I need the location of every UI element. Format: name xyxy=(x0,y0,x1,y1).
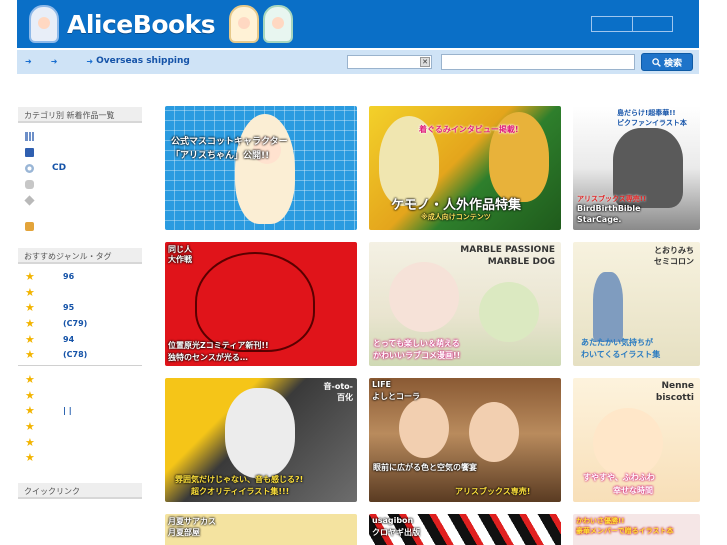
category-item[interactable] xyxy=(25,144,135,160)
tag-list-2: ★ ★ ★ | | ★ ★ ★ xyxy=(25,372,140,466)
banner-biscotti[interactable]: Nenne biscotti すやすや、ふわふわ 幸せな時間 xyxy=(573,378,700,502)
dropdown-icon[interactable]: ✕ xyxy=(420,57,430,67)
arrow-icon: ➜ xyxy=(25,56,32,66)
category-select[interactable]: ✕ xyxy=(347,55,432,69)
tag-item[interactable]: ★ 94 xyxy=(25,331,140,347)
category-item[interactable] xyxy=(25,218,135,234)
book-icon xyxy=(25,147,34,157)
tag-item[interactable]: ★ (C79) xyxy=(25,316,140,332)
header-links-box[interactable] xyxy=(591,16,673,32)
tag-item[interactable]: ★ xyxy=(25,434,140,450)
tag-item[interactable]: ★ 95 xyxy=(25,300,140,316)
tag-item[interactable]: ★ | | xyxy=(25,403,140,419)
banner-kemono[interactable]: 着ぐるみインタビュー掲載! ケモノ・人外作品特集 ※成人向けコンテンツ xyxy=(369,106,561,230)
category-item[interactable] xyxy=(25,176,135,192)
site-logo[interactable]: AliceBooks xyxy=(29,4,294,44)
banner-semicolon[interactable]: とおりみち セミコロン あたたかい気持ちが わいてくるイラスト集 xyxy=(573,242,700,366)
mascot-illustration xyxy=(235,114,295,224)
nav-links: ➜ ➜ ➜ Overseas shipping xyxy=(25,56,190,66)
tag-list: ★ 96 ★ ★ 95 ★ (C79) ★ 94 ★ (C78) xyxy=(25,269,140,363)
banner-life[interactable]: LIFE よしとコーラ 眼前に広がる色と空気の饗宴 アリスブックス専売! xyxy=(369,378,561,502)
nav-link-1[interactable]: ➜ xyxy=(25,56,35,66)
tag-item[interactable]: ★ 96 xyxy=(25,269,140,285)
tag-item[interactable]: ★ xyxy=(25,388,140,404)
tag-item[interactable]: ★ (C78) xyxy=(25,347,140,363)
user-icon xyxy=(25,221,34,231)
search-input[interactable] xyxy=(441,54,635,70)
star-icon: ★ xyxy=(25,451,35,465)
arrow-icon: ➜ xyxy=(50,56,58,66)
banner-onaji-hito[interactable]: 同じ人 大作戦 位置原光Zコミティア新刊!! 独特のセンスが光る… xyxy=(165,242,357,366)
banner-usagibon[interactable]: usagibon クロヤギ出版 xyxy=(369,514,561,545)
star-icon: ★ xyxy=(25,285,35,299)
game-icon xyxy=(25,179,34,189)
star-icon: ★ xyxy=(25,388,35,402)
mascot-icon xyxy=(29,5,59,43)
nav-link-overseas-shipping[interactable]: ➜ Overseas shipping xyxy=(86,56,189,66)
mascot-icon xyxy=(229,5,260,43)
star-icon: ★ xyxy=(25,301,35,315)
banner-tsukinatsu[interactable]: 月夏サアカス 月夏部屋 xyxy=(165,514,357,545)
cd-icon xyxy=(25,163,34,173)
tag-item[interactable]: ★ xyxy=(25,372,140,388)
logo-text: AliceBooks xyxy=(67,9,216,39)
mascot-icon xyxy=(263,5,294,43)
category-item[interactable] xyxy=(24,192,135,208)
star-icon: ★ xyxy=(25,435,35,449)
nav-bar: ➜ ➜ ➜ Overseas shipping ✕ 検索 xyxy=(17,50,699,74)
goods-icon xyxy=(24,194,35,206)
star-icon: ★ xyxy=(25,317,35,331)
banner-oto[interactable]: 音-oto- 百化 雰囲気だけじゃない、音も感じる?! 超クオリティイラスト集!… xyxy=(165,378,357,502)
category-list: CD xyxy=(24,128,135,234)
category-item[interactable] xyxy=(25,128,135,144)
star-icon: ★ xyxy=(25,373,35,387)
grid-icon xyxy=(25,131,34,141)
header-link[interactable] xyxy=(592,17,633,31)
search-icon xyxy=(652,57,661,67)
banner-birdbirthbible[interactable]: 島だらけ!超奉華!! ピクファンイラスト本 アリスブックス専売!! BirdBi… xyxy=(573,106,700,230)
arrow-icon: ➜ xyxy=(86,56,94,66)
tag-item[interactable]: ★ xyxy=(25,450,140,466)
header-link[interactable] xyxy=(633,17,673,31)
search-button[interactable]: 検索 xyxy=(641,53,693,71)
genre-heading: おすすめジャンル・タグ xyxy=(18,248,142,264)
banner-mascot[interactable]: 公式マスコットキャラクター 「アリスちゃん」公開!! xyxy=(165,106,357,230)
tag-item[interactable]: ★ xyxy=(25,285,140,301)
star-icon: ★ xyxy=(25,270,35,284)
star-icon: ★ xyxy=(25,332,35,346)
tag-item[interactable]: ★ xyxy=(25,419,140,435)
sidebar-divider xyxy=(18,365,142,366)
quicklink-heading: クイックリンク xyxy=(18,483,142,499)
star-icon: ★ xyxy=(25,348,35,362)
site-header: AliceBooks xyxy=(17,0,699,48)
star-icon: ★ xyxy=(25,420,35,434)
banner-marble-dog[interactable]: MARBLE PASSIONE MARBLE DOG とっても楽しい＆萌える か… xyxy=(369,242,561,366)
banner-kawaisa[interactable]: かわいさ優勝!! 豪華メンバーで贈るイラスト本 xyxy=(573,514,700,545)
star-icon: ★ xyxy=(25,404,35,418)
category-heading: カテゴリ別 新着作品一覧 xyxy=(18,107,142,123)
category-item-cd[interactable]: CD xyxy=(25,160,135,176)
nav-link-2[interactable]: ➜ xyxy=(51,56,61,66)
